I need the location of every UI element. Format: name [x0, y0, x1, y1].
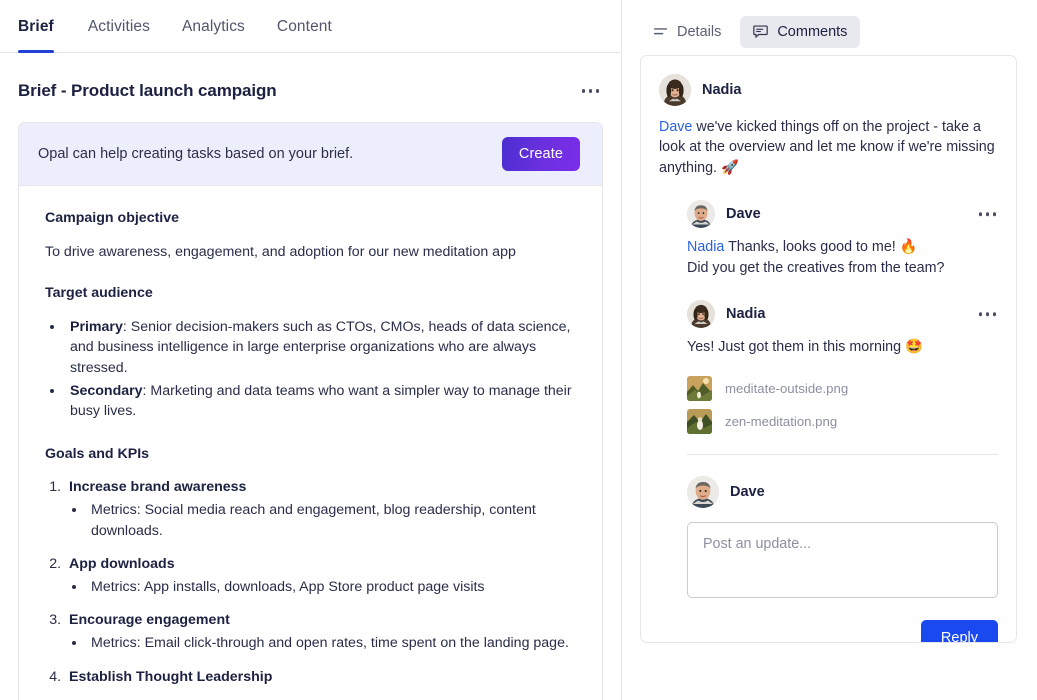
comment-reply: Dave Nadia Thanks, looks good to me! 🔥 D… [687, 200, 998, 278]
list-item: Metrics: App installs, downloads, App St… [87, 577, 576, 598]
attachment-list: meditate-outside.png zen-meditation.png [687, 372, 998, 438]
opal-suggestion-banner: Opal can help creating tasks based on yo… [19, 123, 602, 186]
kebab-dot [581, 89, 585, 93]
tab-comments[interactable]: Comments [740, 15, 861, 48]
kebab-dot [595, 89, 599, 93]
kebab-dot [992, 312, 996, 316]
opal-banner-text: Opal can help creating tasks based on yo… [38, 146, 354, 162]
create-button[interactable]: Create [501, 137, 580, 171]
list-item: Secondary: Marketing and data teams who … [65, 381, 576, 422]
campaign-objective-text: To drive awareness, engagement, and adop… [45, 243, 516, 260]
kebab-dot [978, 312, 982, 316]
reply-actions: Reply [659, 619, 998, 642]
tab-activities[interactable]: Activities [72, 0, 166, 52]
goal-title: App downloads [69, 556, 175, 573]
comment-text-line2: Did you get the creatives from the team? [687, 259, 945, 276]
audience-primary-text: : Senior decision-makers such as CTOs, C… [70, 318, 571, 376]
goal-title: Encourage engagement [69, 612, 230, 629]
heading-goals-kpis: Goals and KPIs [45, 445, 150, 462]
tab-analytics[interactable]: Analytics [166, 0, 261, 52]
attachment-item[interactable]: meditate-outside.png [687, 372, 998, 405]
attachment-name: meditate-outside.png [725, 380, 849, 396]
goal-metrics-list: Metrics: Social media reach and engageme… [87, 500, 576, 541]
comment-body: Nadia Thanks, looks good to me! 🔥 Did yo… [687, 237, 998, 278]
goal-title: Increase brand awareness [69, 479, 247, 496]
goal-metrics-list: Metrics: App installs, downloads, App St… [87, 577, 576, 598]
target-audience-list: Primary: Senior decision-makers such as … [65, 317, 576, 422]
heading-target-audience: Target audience [45, 285, 153, 302]
tab-content[interactable]: Content [261, 0, 348, 52]
divider [687, 453, 998, 455]
audience-secondary-text: : Marketing and data teams who want a si… [70, 382, 572, 420]
comments-panel: Details Comments Nadia Dave we've kicked… [622, 0, 1037, 700]
comments-thread-card: Nadia Dave we've kicked things off on th… [640, 55, 1017, 643]
comment-more-options-icon[interactable] [977, 207, 999, 223]
tab-details-label: Details [677, 23, 722, 40]
primary-tabbar: Brief Activities Analytics Content [0, 0, 621, 53]
comment-author: Nadia [702, 82, 742, 98]
list-item: Increase brand awareness Metrics: Social… [65, 477, 576, 541]
comment-author: Nadia [726, 306, 766, 323]
comment-header: Nadia [659, 74, 998, 106]
details-comments-tabbar: Details Comments [640, 0, 1017, 55]
avatar [687, 300, 715, 329]
comment-body: Yes! Just got them in this morning 🤩 [687, 337, 998, 357]
attachment-name: zen-meditation.png [725, 413, 838, 429]
list-item: Encourage engagement Metrics: Email clic… [65, 610, 576, 653]
document-title-row: Brief - Product launch campaign [0, 53, 621, 101]
comment-text: Yes! Just got them in this morning 🤩 [687, 339, 923, 356]
tab-content-label: Content [276, 18, 332, 35]
list-item: Primary: Senior decision-makers such as … [65, 317, 576, 379]
kebab-dot [978, 212, 982, 217]
avatar [687, 200, 715, 229]
comment-text: we've kicked things off on the project -… [659, 119, 995, 176]
comment-header: Dave [687, 200, 999, 229]
tab-brief-label: Brief [18, 18, 54, 35]
comment-bubble-icon [753, 24, 769, 39]
list-icon [653, 24, 668, 39]
comment-header: Nadia [687, 300, 999, 329]
goal-title: Establish Thought Leadership [69, 668, 273, 685]
tab-comments-label: Comments [777, 23, 848, 40]
reply-button[interactable]: Reply [920, 619, 998, 642]
kebab-dot [588, 89, 592, 93]
attachment-thumbnail [687, 408, 712, 434]
mention-link[interactable]: Nadia [687, 239, 724, 255]
goals-list: Increase brand awareness Metrics: Social… [65, 477, 576, 687]
brief-card: Opal can help creating tasks based on yo… [18, 122, 603, 700]
attachment-item[interactable]: zen-meditation.png [687, 405, 998, 438]
comment-text: Thanks, looks good to me! 🔥 [724, 239, 918, 256]
page-title: Brief - Product launch campaign [18, 81, 277, 100]
brief-content: Campaign objective To drive awareness, e… [19, 186, 602, 700]
list-item: Establish Thought Leadership [65, 667, 576, 688]
list-item: Metrics: Email click-through and open ra… [87, 633, 576, 654]
compose-author-row: Dave [687, 475, 998, 508]
more-options-icon[interactable] [578, 83, 604, 99]
comment-body: Dave we've kicked things off on the proj… [659, 117, 998, 178]
comment-more-options-icon[interactable] [977, 306, 999, 322]
list-item: App downloads Metrics: App installs, dow… [65, 554, 576, 597]
attachment-thumbnail [687, 375, 712, 401]
kebab-dot [985, 212, 989, 217]
mention-link[interactable]: Dave [659, 119, 692, 135]
audience-primary-label: Primary [70, 318, 123, 335]
list-item: Metrics: Social media reach and engageme… [87, 500, 576, 541]
tab-activities-label: Activities [87, 18, 150, 35]
compose-author-name: Dave [730, 483, 765, 500]
heading-campaign-objective: Campaign objective [45, 210, 180, 226]
comment-input[interactable] [687, 521, 998, 598]
kebab-dot [985, 312, 989, 316]
tab-details[interactable]: Details [640, 16, 734, 48]
avatar [659, 74, 691, 106]
app-root: Brief Activities Analytics Content Brief… [0, 0, 1037, 700]
goal-metrics-list: Metrics: Email click-through and open ra… [87, 633, 576, 654]
comment-author: Dave [726, 206, 761, 223]
tab-brief[interactable]: Brief [18, 0, 72, 53]
kebab-dot [992, 212, 996, 217]
comment-reply: Nadia Yes! Just got them in this morning… [687, 300, 998, 357]
avatar [687, 475, 719, 508]
brief-panel: Brief Activities Analytics Content Brief… [0, 0, 621, 700]
tab-analytics-label: Analytics [181, 18, 245, 35]
audience-secondary-label: Secondary [70, 382, 143, 399]
